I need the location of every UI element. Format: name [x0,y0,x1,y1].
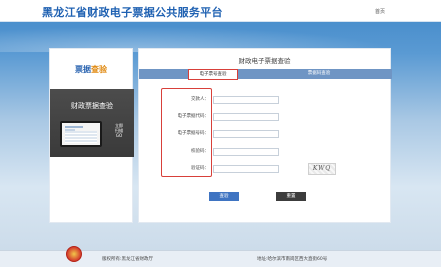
field-row-check-code: 校验码： [139,147,392,157]
reset-button[interactable]: 重置 [276,192,306,201]
screen-bar-1 [65,126,83,128]
home-link[interactable]: 首页 [375,8,385,15]
sidebar-heading-part2: 查验 [91,65,107,74]
query-button[interactable]: 查验 [209,192,239,201]
captcha-label: 验证码： [191,166,209,171]
footer-address: 地址:哈尔滨市南岗区西大直街60号 [257,257,328,262]
national-emblem-icon [66,246,82,262]
payer-input[interactable] [213,96,279,104]
banner-label: 财政票据查验 [71,102,113,110]
invoice-number-input[interactable] [213,130,279,138]
site-title: 黑龙江省财政电子票据公共服务平台 [42,6,223,19]
sidebar-heading: 票据查验 [50,49,132,89]
scan-go-text: 立即 扫描 GO [108,123,130,138]
footer: 版权所有:黑龙江省财政厅 地址:哈尔滨市南岗区西大直街60号 [0,246,441,267]
field-row-invoice-code: 电子票据代码： [139,112,392,122]
field-row-invoice-number: 电子票据号码： [139,129,392,139]
captcha-input[interactable] [213,165,279,173]
footer-copyright: 版权所有:黑龙江省财政厅 [102,257,154,262]
check-code-label: 校验码： [191,149,209,154]
invoice-code-label: 电子票据代码： [177,114,210,119]
header-bar: 黑龙江省财政电子票据公共服务平台 首页 [0,0,441,22]
field-row-captcha: 验证码： [139,164,392,174]
tab-ticket-code[interactable]: 票据码查验 [289,69,349,79]
screen-table [65,131,97,143]
invoice-code-input[interactable] [213,113,279,121]
verification-panel: 财政电子票据查验 电子票号查验 票据码查验 交款人： 电子票据代码： 电子票据号… [138,48,392,223]
check-code-input[interactable] [213,148,279,156]
invoice-number-label: 电子票据号码： [177,131,210,136]
tablet-screen-icon [60,121,102,147]
scan-go-line-3: GO [115,133,123,138]
sidebar-heading-part1: 票据 [75,65,91,74]
field-row-payer: 交款人： [139,95,392,105]
tab-ticket-number[interactable]: 电子票号查验 [188,69,238,80]
tab-bar [139,69,392,79]
captcha-image[interactable]: KWQ [308,163,336,175]
panel-title: 财政电子票据查验 [238,57,291,65]
invoice-check-banner[interactable]: 财政票据查验 立即 扫描 GO [50,89,134,157]
payer-label: 交款人： [191,97,209,102]
left-sidebar-panel: 票据查验 财政票据查验 立即 扫描 GO [49,48,134,223]
